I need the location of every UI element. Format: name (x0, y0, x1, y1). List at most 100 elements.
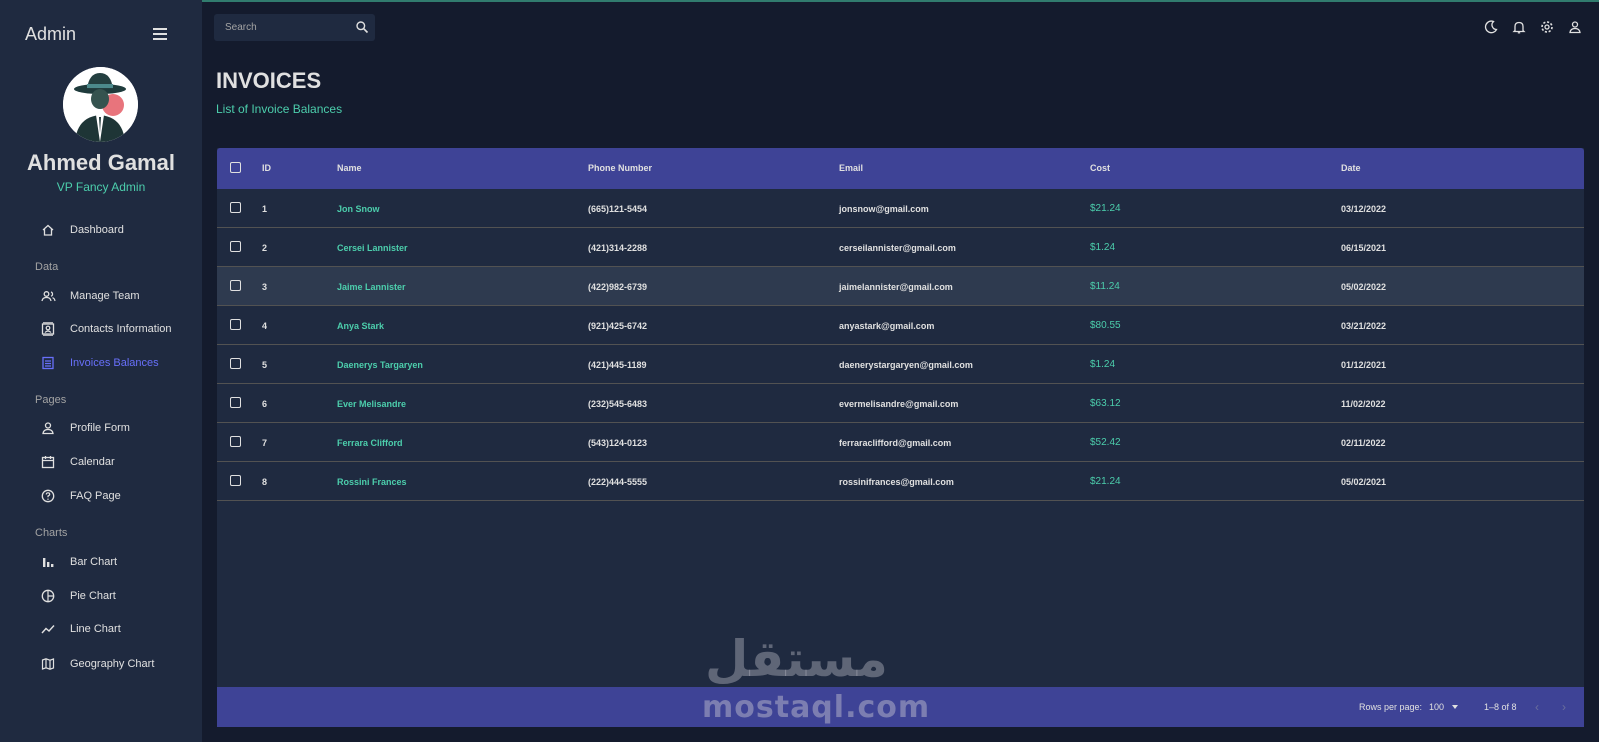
cell-cost: $21.24 (1090, 476, 1121, 487)
sidebar-item-profile-form[interactable]: Profile Form (40, 418, 130, 438)
page-subtitle: List of Invoice Balances (216, 102, 343, 116)
pagination-range: 1–8 of 8 (1484, 702, 1517, 712)
column-header-phone[interactable]: Phone Number (588, 163, 652, 173)
search-bar (214, 14, 375, 41)
cell-id: 6 (262, 399, 268, 409)
user-role: VP Fancy Admin (56, 180, 146, 194)
cell-cost: $21.24 (1090, 203, 1121, 214)
menu-icon[interactable] (153, 28, 167, 42)
sidebar-item-label: Invoices Balances (70, 357, 159, 369)
cell-date: 03/21/2022 (1341, 321, 1387, 331)
column-header-cost[interactable]: Cost (1090, 163, 1110, 173)
sidebar-section-pages: Pages (35, 394, 67, 406)
home-icon (40, 222, 56, 238)
watermark-logo-latin: mostaql.com (702, 690, 931, 725)
profile-icon[interactable] (1567, 19, 1583, 35)
cell-name: Jon Snow (337, 204, 380, 214)
cell-name: Ferrara Clifford (337, 438, 403, 448)
search-icon[interactable] (355, 20, 369, 34)
avatar (63, 67, 138, 142)
cell-date: 02/11/2022 (1341, 438, 1386, 448)
cell-name: Ever Melisandre (337, 399, 407, 409)
sidebar-item-bar-chart[interactable]: Bar Chart (40, 552, 117, 572)
cell-date: 06/15/2021 (1341, 243, 1387, 253)
sidebar-item-calendar[interactable]: Calendar (40, 452, 115, 472)
sidebar-item-label: Manage Team (70, 290, 140, 302)
top-accent-line (0, 0, 1599, 2)
row-checkbox[interactable] (230, 280, 241, 291)
column-header-id[interactable]: ID (262, 163, 271, 173)
cell-date: 05/02/2021 (1341, 477, 1387, 487)
sidebar-item-faq[interactable]: FAQ Page (40, 486, 121, 506)
sidebar-item-label: Contacts Information (70, 323, 172, 335)
table-row[interactable]: 8 Rossini Frances (222)444-5555 rossinif… (217, 462, 1584, 501)
chevron-down-icon[interactable] (1452, 705, 1458, 709)
cell-cost: $63.12 (1090, 398, 1121, 409)
sidebar-item-manage-team[interactable]: Manage Team (40, 286, 140, 306)
cell-id: 1 (262, 204, 268, 214)
table-row[interactable]: 5 Daenerys Targaryen (421)445-1189 daene… (217, 345, 1584, 384)
table-row[interactable]: 6 Ever Melisandre (232)545-6483 evermeli… (217, 384, 1584, 423)
sidebar-item-label: Bar Chart (70, 556, 118, 568)
row-checkbox[interactable] (230, 397, 241, 408)
cell-name: Rossini Frances (337, 477, 407, 487)
sidebar-item-label: Profile Form (70, 422, 130, 434)
column-header-name[interactable]: Name (337, 163, 362, 173)
cell-id: 2 (262, 243, 268, 253)
cell-name: Jaime Lannister (337, 282, 406, 292)
row-checkbox[interactable] (230, 319, 241, 330)
cell-name: Cersei Lannister (337, 243, 408, 253)
dark-mode-icon[interactable] (1483, 19, 1499, 35)
row-checkbox[interactable] (230, 358, 241, 369)
sidebar-item-label: Geography Chart (70, 658, 155, 670)
table-row[interactable]: 7 Ferrara Clifford (543)124-0123 ferrara… (217, 423, 1584, 462)
sidebar-header: Admin (25, 24, 175, 48)
sidebar-item-line-chart[interactable]: Line Chart (40, 619, 121, 639)
help-icon (40, 488, 56, 504)
table-row[interactable]: 1 Jon Snow (665)121-5454 jonsnow@gmail.c… (217, 189, 1584, 228)
cell-id: 7 (262, 438, 268, 448)
cell-email: daenerystargaryen@gmail.com (839, 360, 973, 370)
cell-id: 5 (262, 360, 268, 370)
cell-phone: (421)314-2288 (588, 243, 648, 253)
cell-phone: (422)982-6739 (588, 282, 648, 292)
search-input[interactable] (225, 20, 345, 35)
sidebar-item-label: Dashboard (70, 224, 124, 236)
row-checkbox[interactable] (230, 202, 241, 213)
row-checkbox[interactable] (230, 241, 241, 252)
contacts-icon (40, 321, 56, 337)
cell-id: 3 (262, 282, 268, 292)
cell-id: 4 (262, 321, 268, 331)
sidebar-item-contacts[interactable]: Contacts Information (40, 319, 172, 339)
settings-icon[interactable] (1539, 19, 1555, 35)
sidebar-item-geography-chart[interactable]: Geography Chart (40, 654, 154, 674)
row-checkbox[interactable] (230, 436, 241, 447)
cell-phone: (421)445-1189 (588, 360, 647, 370)
app-title: Admin (25, 24, 77, 44)
sidebar-item-dashboard[interactable]: Dashboard (40, 220, 124, 240)
sidebar-section-charts: Charts (35, 527, 68, 539)
table-row[interactable]: 3 Jaime Lannister (422)982-6739 jaimelan… (217, 267, 1584, 306)
notifications-icon[interactable] (1511, 19, 1527, 35)
topbar-icons (1483, 19, 1595, 35)
sidebar-item-invoices[interactable]: Invoices Balances (40, 353, 159, 373)
previous-page-icon[interactable]: ‹ (1535, 700, 1539, 714)
row-checkbox[interactable] (230, 475, 241, 486)
table-row[interactable]: 4 Anya Stark (921)425-6742 anyastark@gma… (217, 306, 1584, 345)
table-row[interactable]: 2 Cersei Lannister (421)314-2288 cerseil… (217, 228, 1584, 267)
column-header-date[interactable]: Date (1341, 163, 1361, 173)
rows-per-page-select[interactable]: 100 (1429, 702, 1444, 712)
column-header-email[interactable]: Email (839, 163, 863, 173)
cell-name: Anya Stark (337, 321, 385, 331)
person-icon (40, 420, 56, 436)
team-icon (40, 288, 56, 304)
cell-phone: (921)425-6742 (588, 321, 648, 331)
cell-email: anyastark@gmail.com (839, 321, 935, 331)
cell-email: jaimelannister@gmail.com (839, 282, 953, 292)
sidebar-item-pie-chart[interactable]: Pie Chart (40, 586, 116, 606)
cell-cost: $80.55 (1090, 320, 1121, 331)
cell-cost: $52.42 (1090, 437, 1121, 448)
cell-phone: (232)545-6483 (588, 399, 648, 409)
select-all-checkbox[interactable] (230, 162, 241, 173)
next-page-icon[interactable]: › (1562, 700, 1566, 714)
